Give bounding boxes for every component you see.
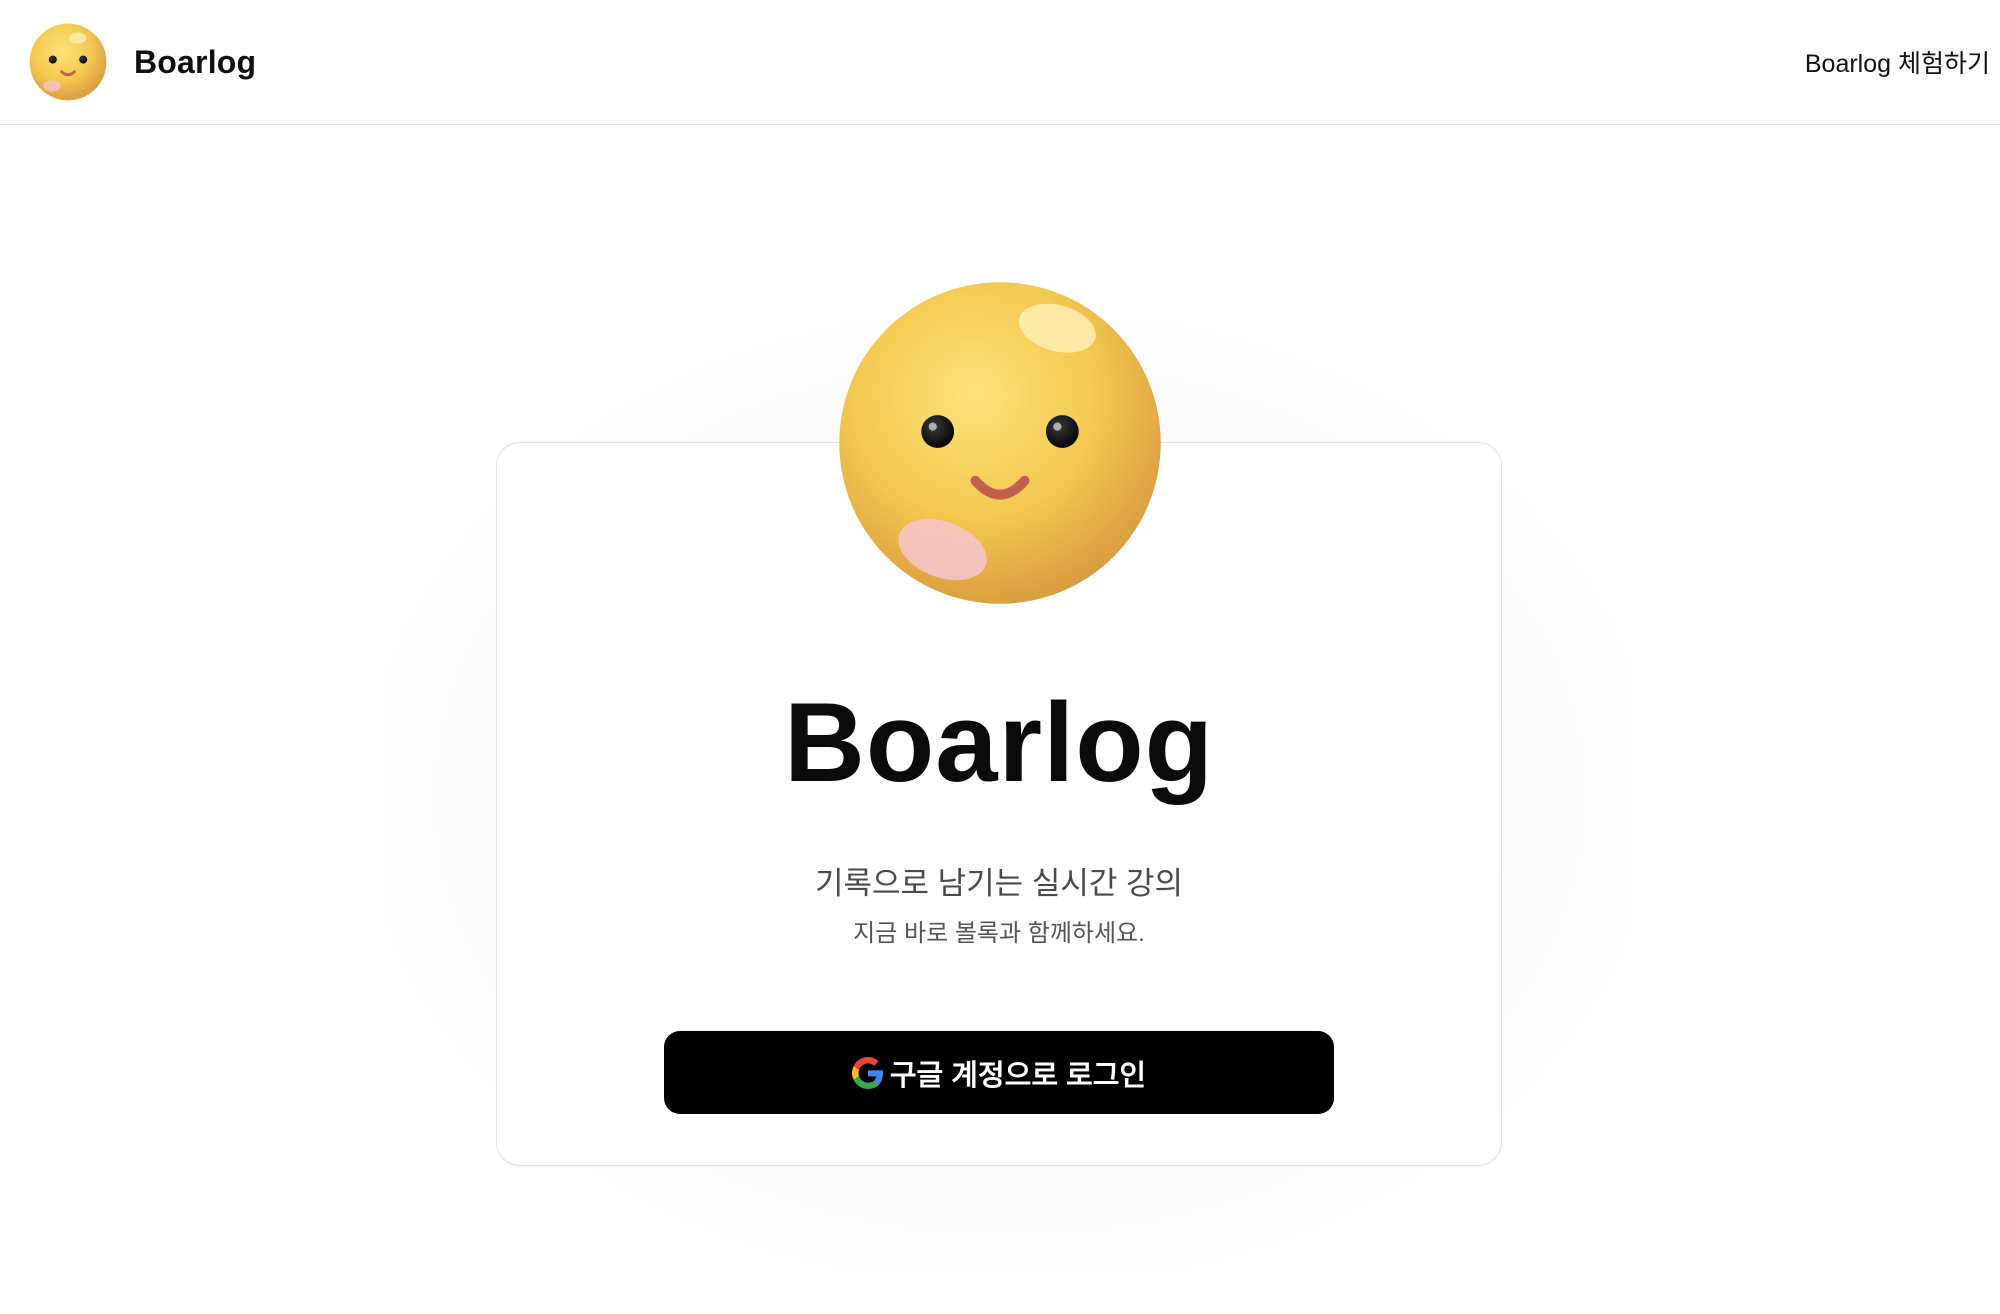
hero-subline: 지금 바로 볼록과 함께하세요.	[853, 920, 1145, 947]
smiley-face-icon	[29, 23, 107, 101]
hero-tagline: 기록으로 남기는 실시간 강의	[814, 866, 1184, 901]
google-login-button[interactable]: 구글 계정으로 로그인	[664, 1031, 1334, 1114]
login-button-label: 구글 계정으로 로그인	[889, 1059, 1147, 1092]
brand-name: Boarlog	[134, 43, 257, 80]
smiley-face-icon	[839, 282, 1161, 604]
google-g-icon	[851, 1056, 883, 1089]
hero-title: Boarlog	[783, 680, 1215, 805]
top-header: Boarlog Boarlog 체험하기	[0, 0, 2000, 125]
brand-home-link[interactable]: Boarlog	[28, 22, 256, 102]
try-boarlog-link[interactable]: Boarlog 체험하기	[1805, 44, 1990, 80]
